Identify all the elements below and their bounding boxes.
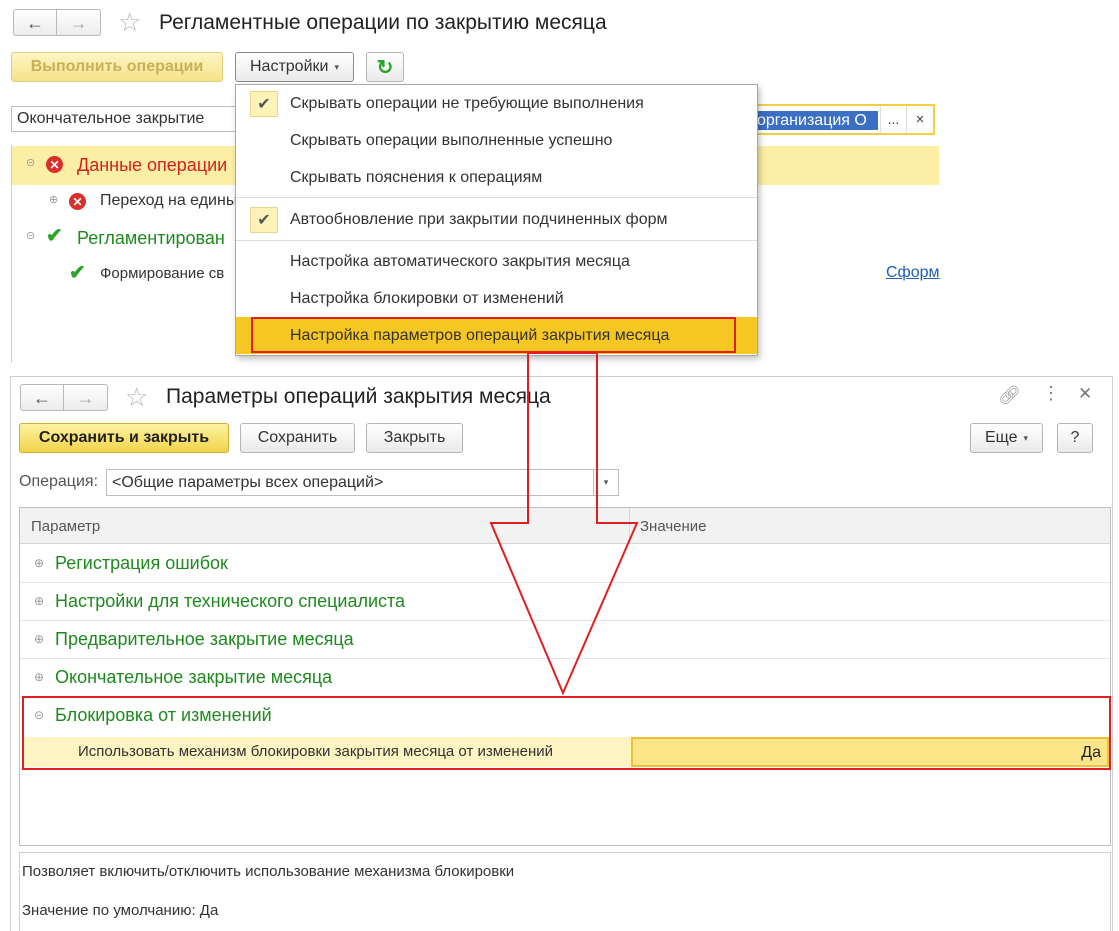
arrow-shape bbox=[489, 352, 639, 696]
red-arrow-annotation bbox=[489, 352, 639, 696]
